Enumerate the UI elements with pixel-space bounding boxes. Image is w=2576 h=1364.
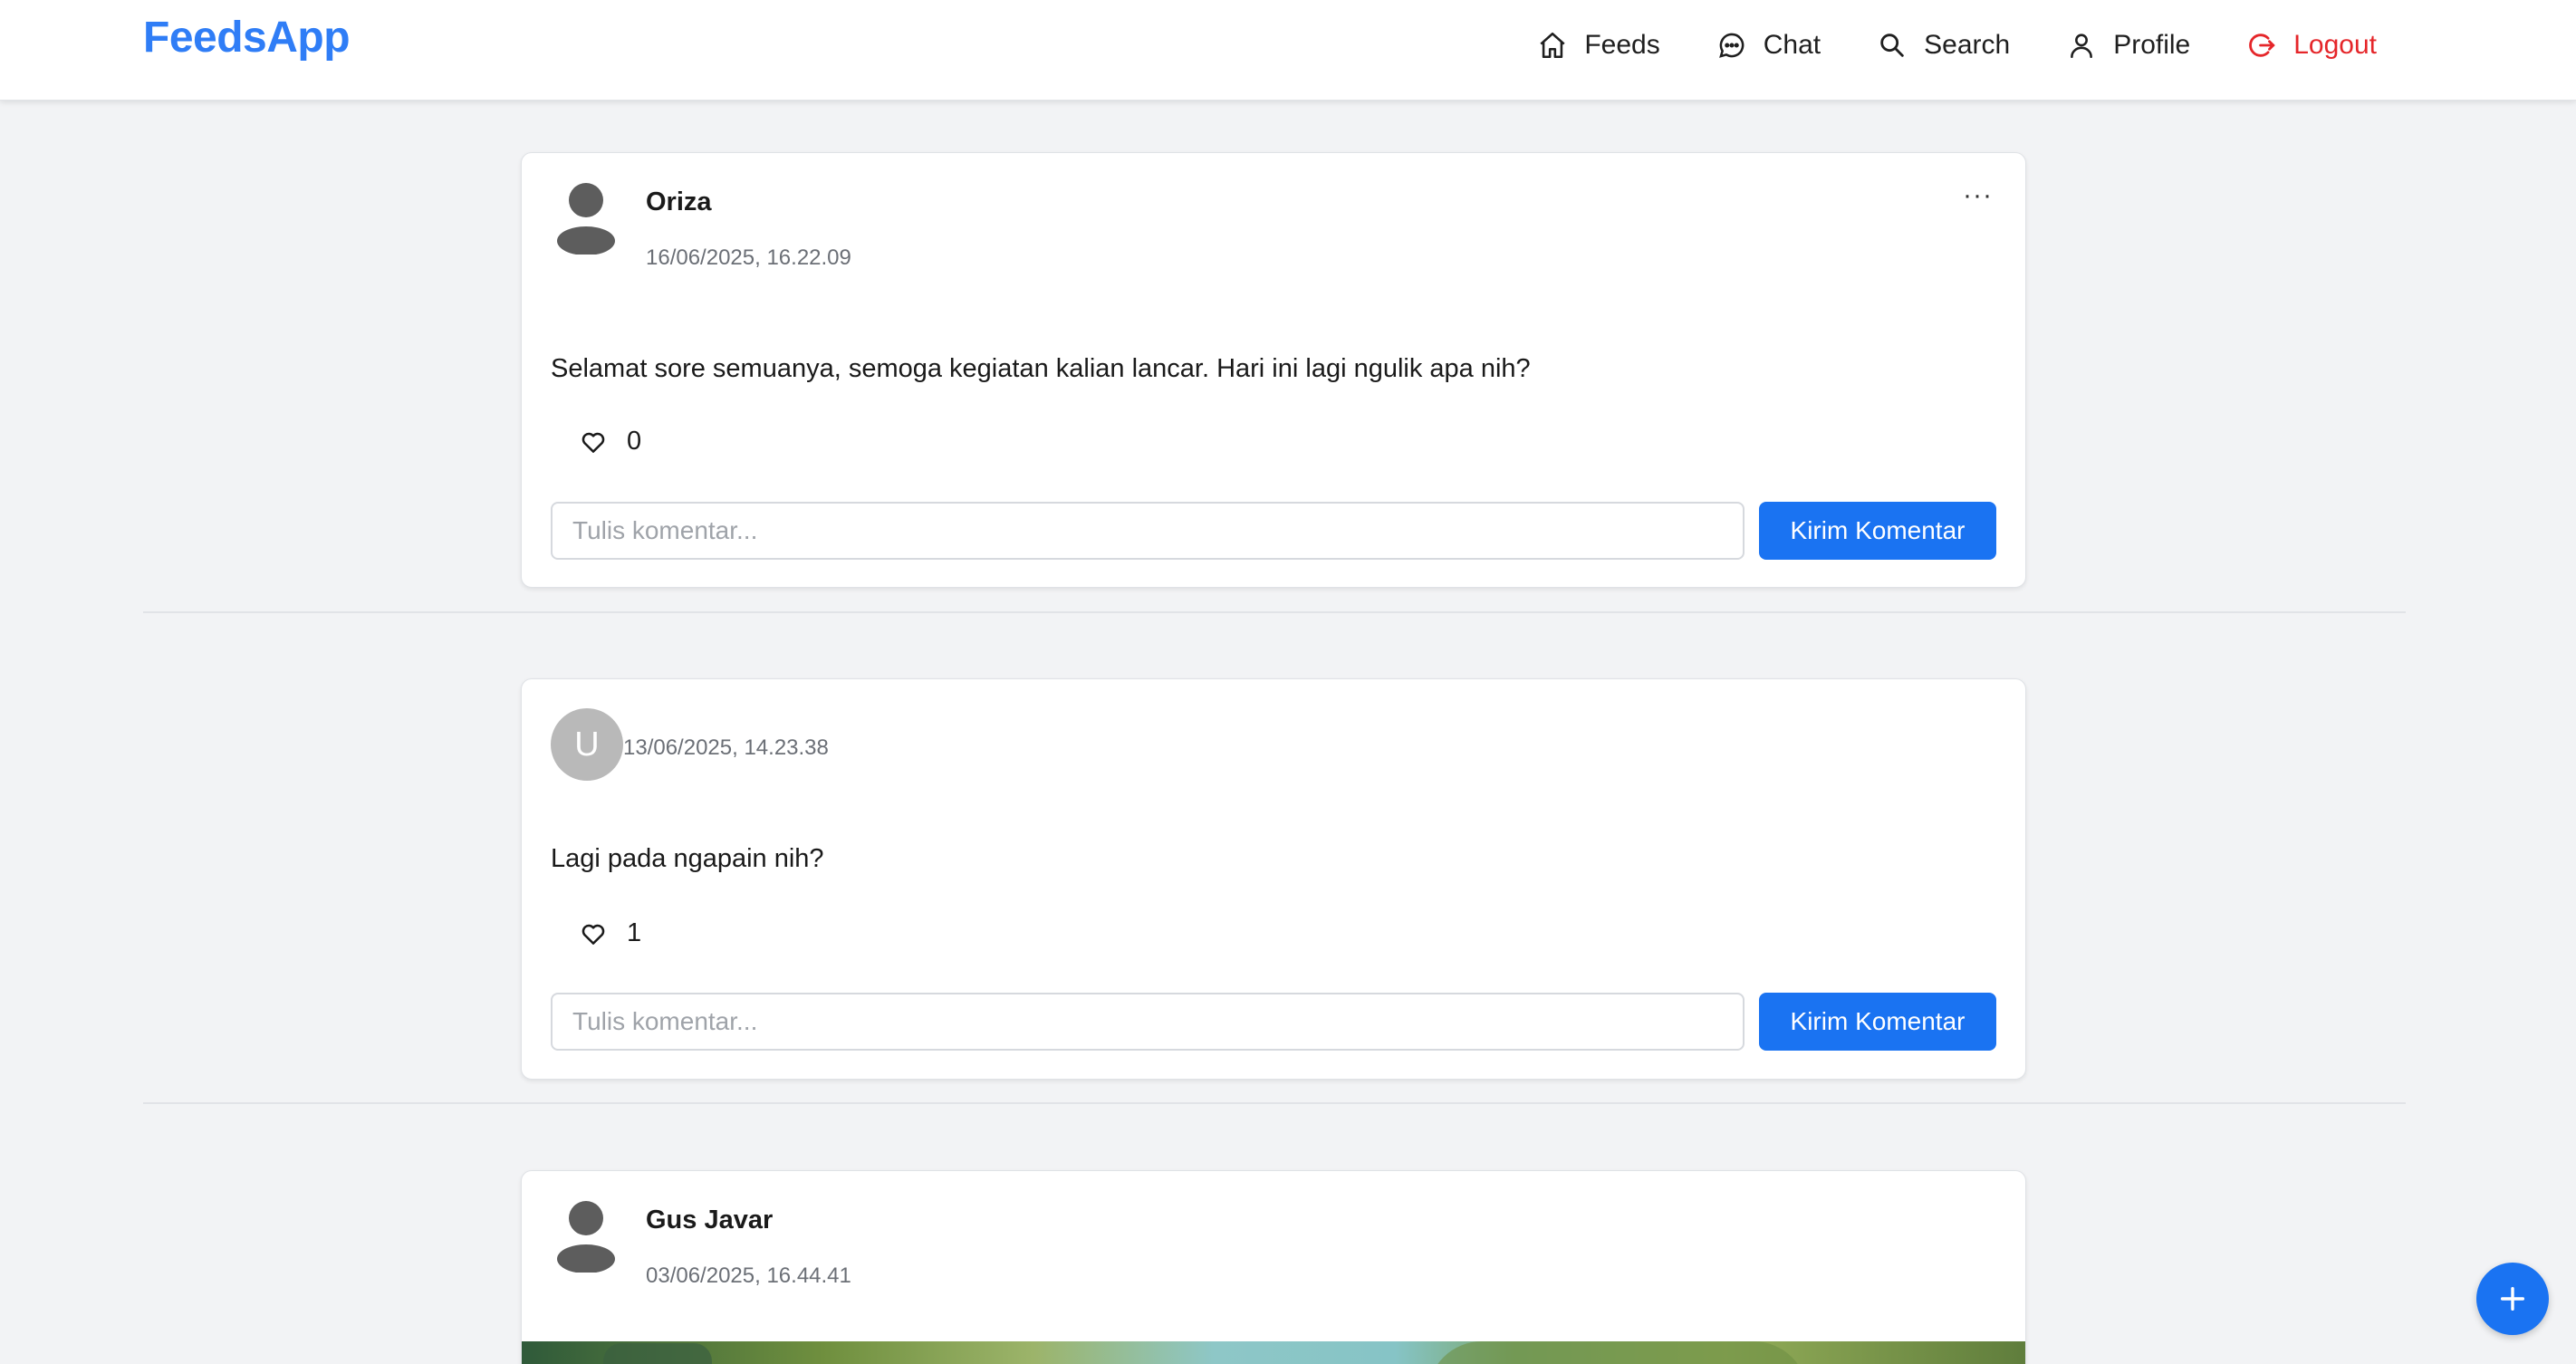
nav-item-search[interactable]: Search: [1877, 30, 2010, 61]
like-section: 1: [580, 918, 641, 948]
post-card: Gus Javar 03/06/2025, 16.44.41: [521, 1170, 2026, 1364]
post-image[interactable]: [522, 1341, 2025, 1364]
nav-label-chat: Chat: [1763, 30, 1821, 60]
nav-item-chat[interactable]: Chat: [1716, 30, 1821, 61]
post-author[interactable]: Gus Javar: [646, 1206, 773, 1235]
navbar: FeedsApp Feeds Chat Search Profile Logou…: [0, 0, 2576, 101]
comment-input[interactable]: [551, 993, 1745, 1051]
divider: [143, 1102, 2406, 1104]
home-icon: [1537, 30, 1568, 61]
nav-item-feeds[interactable]: Feeds: [1537, 30, 1660, 61]
avatar[interactable]: [556, 182, 616, 255]
create-post-button[interactable]: [2476, 1263, 2549, 1335]
send-comment-button[interactable]: Kirim Komentar: [1759, 993, 1996, 1051]
main-nav: Feeds Chat Search Profile Logout: [1537, 24, 2377, 67]
send-comment-button[interactable]: Kirim Komentar: [1759, 502, 1996, 560]
heart-icon[interactable]: [580, 920, 607, 947]
heart-icon[interactable]: [580, 428, 607, 456]
image-tree-shape: [1427, 1341, 1808, 1364]
post-timestamp: 13/06/2025, 14.23.38: [623, 735, 829, 760]
nav-label-search: Search: [1924, 30, 2011, 60]
divider: [143, 611, 2406, 613]
post-author[interactable]: Oriza: [646, 187, 712, 217]
like-section: 0: [580, 427, 641, 456]
search-icon: [1877, 30, 1908, 61]
user-icon: [2066, 30, 2097, 61]
post-content: Lagi pada ngapain nih?: [551, 844, 824, 873]
plus-icon: [2497, 1283, 2528, 1314]
comment-input[interactable]: [551, 502, 1745, 560]
nav-item-logout[interactable]: Logout: [2246, 30, 2377, 61]
more-options-icon[interactable]: ···: [1963, 180, 1993, 211]
logout-icon: [2246, 30, 2277, 61]
image-tree-shape: [603, 1343, 712, 1364]
nav-label-profile: Profile: [2113, 30, 2191, 60]
post-content: Selamat sore semuanya, semoga kegiatan k…: [551, 354, 1531, 383]
nav-label-logout: Logout: [2293, 30, 2377, 60]
post-timestamp: 16/06/2025, 16.22.09: [646, 245, 851, 270]
like-count: 1: [627, 918, 642, 947]
brand-logo[interactable]: FeedsApp: [143, 13, 351, 62]
avatar[interactable]: U: [551, 708, 623, 781]
avatar[interactable]: [556, 1200, 616, 1273]
nav-item-profile[interactable]: Profile: [2066, 30, 2190, 61]
chat-icon: [1716, 30, 1747, 61]
like-count: 0: [627, 427, 642, 456]
post-timestamp: 03/06/2025, 16.44.41: [646, 1263, 851, 1288]
post-card: Oriza 16/06/2025, 16.22.09 ··· Selamat s…: [521, 152, 2026, 588]
post-card: U 13/06/2025, 14.23.38 Lagi pada ngapain…: [521, 678, 2026, 1080]
nav-label-feeds: Feeds: [1584, 30, 1660, 60]
